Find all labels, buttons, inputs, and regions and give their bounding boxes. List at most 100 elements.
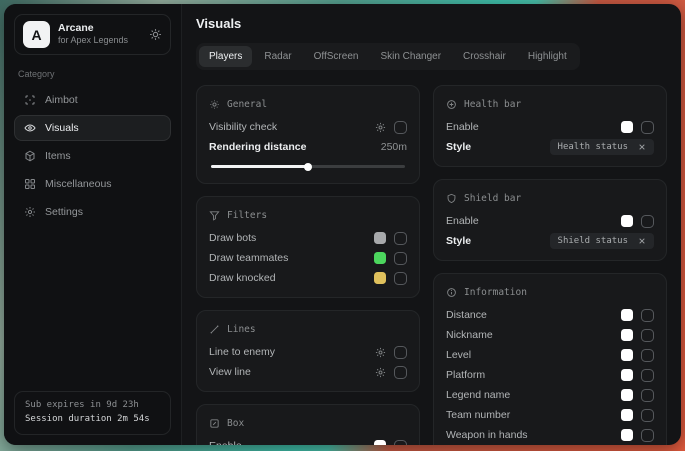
checkbox[interactable] — [641, 309, 654, 322]
panel-columns: General Visibility check Rendering dista… — [196, 85, 667, 445]
setting-label: View line — [209, 366, 251, 378]
color-swatch[interactable] — [374, 272, 386, 284]
subscription-card: Sub expires in 9d 23h Session duration 2… — [14, 391, 171, 435]
setting-label: Enable — [446, 121, 479, 133]
rendering-distance-slider[interactable] — [211, 165, 405, 168]
sun-icon — [209, 99, 220, 110]
setting-label: Draw knocked — [209, 272, 276, 284]
color-swatch[interactable] — [621, 389, 633, 401]
gear-icon[interactable] — [375, 347, 386, 358]
panel-title: Lines — [227, 324, 256, 335]
cube-icon — [24, 150, 36, 162]
setting-row-level: Level — [446, 345, 654, 365]
sidebar-item-label: Miscellaneous — [45, 178, 112, 190]
sidebar-item-label: Aimbot — [45, 94, 78, 106]
checkbox[interactable] — [641, 215, 654, 228]
info-icon — [446, 287, 457, 298]
tab-offscreen[interactable]: OffScreen — [304, 46, 369, 67]
panel-title: General — [227, 99, 267, 110]
gear-icon — [24, 206, 36, 218]
setting-row-rendering-distance: Rendering distance 250m — [209, 137, 407, 157]
checkbox[interactable] — [394, 232, 407, 245]
panel-filters: Filters Draw bots Draw teammates — [196, 196, 420, 298]
setting-row-health-enable: Enable — [446, 117, 654, 137]
setting-row-health-style: Style Health status — [446, 137, 654, 157]
sidebar-item-items[interactable]: Items — [14, 143, 171, 169]
tag-label: Health status — [558, 142, 628, 152]
diagonal-line-icon — [209, 324, 220, 335]
panel-information: Information Distance Nickname Level — [433, 273, 667, 445]
checkbox[interactable] — [641, 369, 654, 382]
slider-thumb[interactable] — [304, 163, 312, 171]
checkbox[interactable] — [394, 346, 407, 359]
color-swatch[interactable] — [621, 121, 633, 133]
checkbox[interactable] — [641, 389, 654, 402]
setting-label: Draw bots — [209, 232, 256, 244]
tab-crosshair[interactable]: Crosshair — [453, 46, 516, 67]
tab-skin-changer[interactable]: Skin Changer — [370, 46, 451, 67]
sidebar: A Arcane for Apex Legends Category Aimbo… — [4, 4, 182, 445]
style-select-tag[interactable]: Health status — [550, 139, 654, 155]
checkbox[interactable] — [641, 409, 654, 422]
gear-icon[interactable] — [375, 367, 386, 378]
panel-title: Box — [227, 418, 244, 429]
panel-title: Information — [464, 287, 527, 298]
sidebar-item-label: Settings — [45, 206, 83, 218]
health-icon — [446, 99, 457, 110]
sidebar-item-visuals[interactable]: Visuals — [14, 115, 171, 141]
checkbox[interactable] — [394, 366, 407, 379]
setting-row-weapon-in-hands: Weapon in hands — [446, 425, 654, 445]
grid-icon — [24, 178, 36, 190]
setting-label: Rendering distance — [209, 141, 306, 153]
color-swatch[interactable] — [621, 409, 633, 421]
sidebar-item-miscellaneous[interactable]: Miscellaneous — [14, 171, 171, 197]
checkbox[interactable] — [641, 349, 654, 362]
eye-icon — [24, 122, 36, 134]
tag-label: Shield status — [558, 236, 628, 246]
checkbox[interactable] — [394, 121, 407, 134]
color-swatch[interactable] — [374, 440, 386, 445]
checkbox[interactable] — [641, 329, 654, 342]
color-swatch[interactable] — [374, 232, 386, 244]
setting-label: Enable — [446, 215, 479, 227]
right-column: Health bar Enable Style Health status — [433, 85, 667, 445]
brand-gear-icon[interactable] — [149, 28, 162, 41]
sub-expires-text: Sub expires in 9d 23h — [25, 399, 160, 413]
panel-health-bar: Health bar Enable Style Health status — [433, 85, 667, 167]
color-swatch[interactable] — [621, 429, 633, 441]
checkbox[interactable] — [641, 121, 654, 134]
setting-row-box-enable: Enable — [209, 436, 407, 445]
setting-row-draw-bots: Draw bots — [209, 228, 407, 248]
color-swatch[interactable] — [621, 309, 633, 321]
setting-label: Style — [446, 141, 471, 153]
color-swatch[interactable] — [621, 329, 633, 341]
sidebar-item-settings[interactable]: Settings — [14, 199, 171, 225]
checkbox[interactable] — [641, 429, 654, 442]
close-icon[interactable] — [638, 143, 646, 151]
setting-row-draw-knocked: Draw knocked — [209, 268, 407, 288]
close-icon[interactable] — [638, 237, 646, 245]
setting-row-platform: Platform — [446, 365, 654, 385]
color-swatch[interactable] — [621, 369, 633, 381]
style-select-tag[interactable]: Shield status — [550, 233, 654, 249]
panel-title: Health bar — [464, 99, 521, 110]
tab-highlight[interactable]: Highlight — [518, 46, 577, 67]
checkbox[interactable] — [394, 252, 407, 265]
category-label: Category — [18, 69, 167, 79]
tab-radar[interactable]: Radar — [254, 46, 301, 67]
setting-label: Visibility check — [209, 121, 277, 133]
setting-row-distance: Distance — [446, 305, 654, 325]
color-swatch[interactable] — [374, 252, 386, 264]
app-subtitle: for Apex Legends — [58, 35, 141, 46]
color-swatch[interactable] — [621, 349, 633, 361]
sidebar-item-aimbot[interactable]: Aimbot — [14, 87, 171, 113]
setting-label: Team number — [446, 409, 510, 421]
setting-label: Nickname — [446, 329, 493, 341]
gear-icon[interactable] — [375, 122, 386, 133]
setting-row-draw-teammates: Draw teammates — [209, 248, 407, 268]
setting-label: Weapon in hands — [446, 429, 528, 441]
checkbox[interactable] — [394, 440, 407, 446]
color-swatch[interactable] — [621, 215, 633, 227]
tab-players[interactable]: Players — [199, 46, 252, 67]
checkbox[interactable] — [394, 272, 407, 285]
